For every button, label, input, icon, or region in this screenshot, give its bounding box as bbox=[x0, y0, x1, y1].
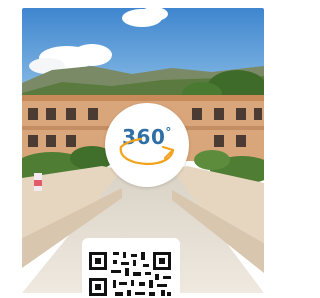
360-rotate-icon bbox=[119, 137, 175, 166]
qr-code-icon bbox=[89, 252, 171, 296]
360-view-button[interactable]: 360° bbox=[105, 103, 189, 187]
qr-code[interactable] bbox=[82, 238, 180, 298]
